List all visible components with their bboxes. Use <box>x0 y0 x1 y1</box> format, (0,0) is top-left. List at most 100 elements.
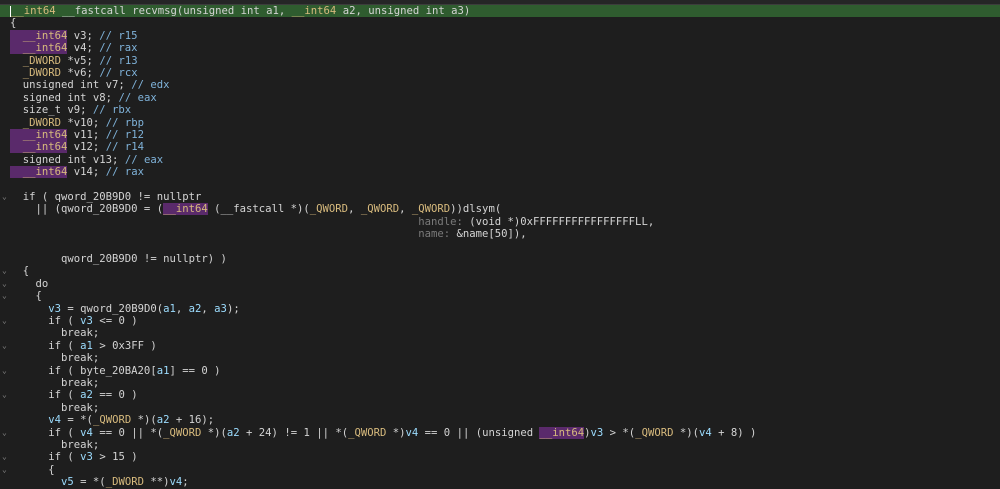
code-line[interactable]: __int64 v11; // r12 <box>0 129 1000 141</box>
code-token: v4 <box>48 414 62 427</box>
code-line[interactable]: unsigned int v7; // edx <box>0 79 1000 91</box>
code-token: break; <box>10 401 100 414</box>
code-line[interactable]: __int64 __fastcall recvmsg(unsigned int … <box>0 5 1000 18</box>
fold-chevron-icon[interactable]: ⌄ <box>2 451 8 463</box>
code-line[interactable]: ⌄ if ( qword_20B9D0 != nullptr <box>0 191 1000 203</box>
code-line[interactable]: v5 = *(_DWORD **)v4; <box>0 476 1000 488</box>
code-token: _QWORD <box>635 426 674 439</box>
code-token: v3 <box>80 451 93 464</box>
code-token: break; <box>10 327 100 340</box>
code-token: > 15 ) <box>92 451 138 464</box>
code-token: == 0 || (unsigned <box>418 426 540 439</box>
code-token: (__fastcall *)( <box>207 203 310 216</box>
code-line[interactable]: v4 = *(_QWORD *)(a2 + 16); <box>0 414 1000 426</box>
code-token: qword_20B9D0 != nullptr) ) <box>10 253 227 265</box>
code-token: *v6; <box>61 67 100 79</box>
code-line[interactable]: __int64 v4; // rax <box>0 42 1000 55</box>
fold-chevron-icon[interactable]: ⌄ <box>2 290 8 302</box>
code-token: *)( <box>201 426 227 439</box>
code-line[interactable]: __int64 v12; // r14 <box>0 141 1000 154</box>
code-line[interactable] <box>0 241 1000 253</box>
code-line[interactable]: break; <box>0 327 1000 339</box>
code-line[interactable]: break; <box>0 377 1000 389</box>
fold-chevron-icon[interactable]: ⌄ <box>2 389 8 401</box>
fold-chevron-icon[interactable]: ⌄ <box>2 191 8 203</box>
code-line[interactable]: ⌄ if ( byte_20BA20[a1] == 0 ) <box>0 365 1000 377</box>
code-token: // r13 <box>99 54 138 67</box>
code-token: > *( <box>603 426 636 439</box>
code-token: > 0x3FF ) <box>92 339 157 352</box>
code-token: __int64 <box>10 129 68 141</box>
code-token: a1 <box>163 302 176 315</box>
code-token: + 16); <box>169 414 215 427</box>
code-token: __int64 <box>163 203 208 216</box>
code-token: , <box>201 302 215 315</box>
code-line[interactable]: ⌄ if ( v4 == 0 || *(_QWORD *)(a2 + 24) !… <box>0 426 1000 439</box>
code-line[interactable]: _DWORD *v5; // r13 <box>0 55 1000 67</box>
code-token: || (qword_20B9D0 = ( <box>10 203 164 216</box>
code-line[interactable]: ⌄ { <box>0 464 1000 476</box>
code-line[interactable]: _DWORD *v10; // rbp <box>0 117 1000 129</box>
code-token: // eax <box>124 153 164 166</box>
code-token: if ( <box>10 426 81 439</box>
code-token: v4; <box>67 42 100 55</box>
code-line[interactable]: ⌄ if ( a2 == 0 ) <box>0 389 1000 401</box>
code-line[interactable]: signed int v13; // eax <box>0 154 1000 166</box>
fold-chevron-icon[interactable]: ⌄ <box>2 427 8 439</box>
code-line[interactable]: ⌄ { <box>0 265 1000 277</box>
code-line[interactable]: ⌄ if ( a1 > 0x3FF ) <box>0 340 1000 352</box>
code-token: __int64 <box>539 426 585 439</box>
code-line[interactable]: ⌄ if ( v3 > 15 ) <box>0 451 1000 463</box>
code-token: __int64 <box>10 42 68 55</box>
code-line[interactable]: || (qword_20B9D0 = (__int64 (__fastcall … <box>0 203 1000 216</box>
code-token: _QWORD <box>360 203 400 216</box>
code-token: <= 0 ) <box>92 315 138 327</box>
code-token: _DWORD <box>10 67 62 79</box>
code-token: __fastcall recvmsg(unsigned int a1, <box>55 5 292 17</box>
fold-chevron-icon[interactable]: ⌄ <box>2 340 8 352</box>
code-token: v11; <box>67 129 106 141</box>
code-token: // rax <box>105 166 144 179</box>
fold-chevron-icon[interactable]: ⌄ <box>2 464 8 476</box>
fold-chevron-icon[interactable]: ⌄ <box>2 315 8 327</box>
fold-chevron-icon[interactable]: ⌄ <box>2 365 8 377</box>
code-line[interactable]: ⌄ do <box>0 278 1000 290</box>
code-token: break; <box>10 352 100 365</box>
code-token: *) <box>386 426 406 439</box>
code-line[interactable]: handle: (void *)0xFFFFFFFFFFFFFFFFLL, <box>0 216 1000 228</box>
pseudocode-editor[interactable]: __int64 __fastcall recvmsg(unsigned int … <box>0 5 1000 488</box>
code-line[interactable]: signed int v8; // eax <box>0 92 1000 104</box>
code-token: // rax <box>99 42 138 55</box>
code-token: , <box>175 302 189 315</box>
code-line[interactable]: ⌄ if ( v3 <= 0 ) <box>0 315 1000 327</box>
code-line[interactable]: v3 = qword_20B9D0(a1, a2, a3); <box>0 303 1000 315</box>
code-token: if ( <box>10 315 81 327</box>
code-token: break; <box>10 377 100 389</box>
code-line[interactable]: break; <box>0 439 1000 451</box>
code-line[interactable]: size_t v9; // rbx <box>0 104 1000 116</box>
code-token: if ( byte_20BA20[ <box>10 364 157 377</box>
code-line[interactable]: { <box>0 17 1000 29</box>
code-line[interactable]: _DWORD *v6; // rcx <box>0 67 1000 79</box>
code-token: v3 <box>80 315 93 327</box>
code-line[interactable]: name: &name[50]), <box>0 228 1000 240</box>
code-token: ); <box>226 302 240 315</box>
code-token: a2 <box>80 389 93 402</box>
code-token: _QWORD <box>348 426 387 439</box>
code-line[interactable]: __int64 v14; // rax <box>0 166 1000 179</box>
code-token: break; <box>10 439 100 451</box>
code-line[interactable]: ⌄ { <box>0 290 1000 302</box>
code-token: v4 <box>698 426 712 439</box>
code-line[interactable]: break; <box>0 352 1000 364</box>
code-line[interactable]: __int64 v3; // r15 <box>0 29 1000 42</box>
code-token: + 24) != 1 || *( <box>239 426 349 439</box>
fold-chevron-icon[interactable]: ⌄ <box>2 265 8 277</box>
code-line[interactable] <box>0 179 1000 191</box>
code-token: handle: <box>418 215 470 228</box>
fold-chevron-icon[interactable]: ⌄ <box>2 278 8 290</box>
code-line[interactable]: qword_20B9D0 != nullptr) ) <box>0 253 1000 265</box>
code-line[interactable]: break; <box>0 402 1000 414</box>
